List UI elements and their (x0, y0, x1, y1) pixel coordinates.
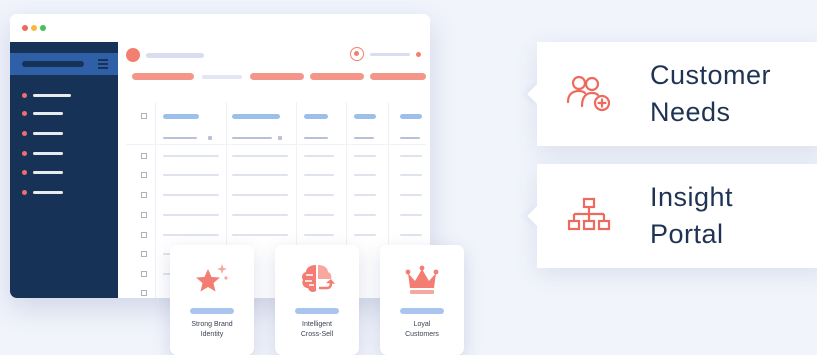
tab-2[interactable] (202, 75, 242, 79)
tab-5[interactable] (370, 73, 426, 80)
row-checkbox[interactable] (141, 232, 147, 238)
row-checkbox[interactable] (141, 271, 147, 277)
row-checkbox[interactable] (141, 212, 147, 218)
column-header[interactable] (304, 114, 328, 119)
sidebar-title-placeholder (22, 61, 84, 67)
app-avatar (126, 48, 140, 62)
tab-4[interactable] (310, 73, 364, 80)
column-header[interactable] (400, 114, 422, 119)
feature-title: Customer Needs (650, 60, 772, 127)
hierarchy-icon (567, 197, 611, 231)
users-plus-icon (566, 75, 611, 112)
user-icon[interactable] (350, 47, 364, 61)
column-header[interactable] (163, 114, 199, 119)
label-accent-bar (400, 308, 444, 314)
tab-3[interactable] (250, 73, 304, 80)
feature-insight-portal[interactable]: Insight Portal (527, 164, 817, 268)
hamburger-menu-icon[interactable] (98, 59, 108, 69)
benefit-card-brand: Strong Brand Identity (170, 245, 254, 355)
row-checkbox[interactable] (141, 290, 147, 296)
sidebar (10, 42, 118, 298)
brain-arrow-icon (302, 265, 335, 292)
tab-1[interactable] (132, 73, 194, 80)
username-placeholder (370, 53, 410, 56)
feature-customer-needs[interactable]: Customer Needs (527, 42, 817, 146)
row-checkbox[interactable] (141, 172, 147, 178)
card-label: Intelligent Cross-Sell (300, 321, 334, 338)
sidebar-header (10, 53, 118, 75)
row-checkbox[interactable] (141, 251, 147, 257)
row-checkbox[interactable] (141, 192, 147, 198)
label-accent-bar (295, 308, 339, 314)
notification-dot (416, 52, 421, 57)
row-checkbox[interactable] (141, 153, 147, 159)
card-label: Loyal Customers (405, 321, 439, 338)
star-sparkle-icon (196, 264, 228, 292)
feature-title: Insight Portal (650, 182, 734, 249)
card-label: Strong Brand Identity (191, 321, 233, 338)
close-dot[interactable] (22, 25, 28, 31)
benefit-card-cross-sell: Intelligent Cross-Sell (275, 245, 359, 355)
label-accent-bar (190, 308, 234, 314)
window-titlebar (10, 14, 430, 42)
benefit-card-loyalty: Loyal Customers (380, 245, 464, 355)
crown-icon (405, 265, 439, 294)
column-header[interactable] (232, 114, 280, 119)
minimize-dot[interactable] (31, 25, 37, 31)
select-all-checkbox[interactable] (141, 113, 147, 119)
maximize-dot[interactable] (40, 25, 46, 31)
column-header[interactable] (354, 114, 376, 119)
page-title-placeholder (146, 53, 204, 58)
